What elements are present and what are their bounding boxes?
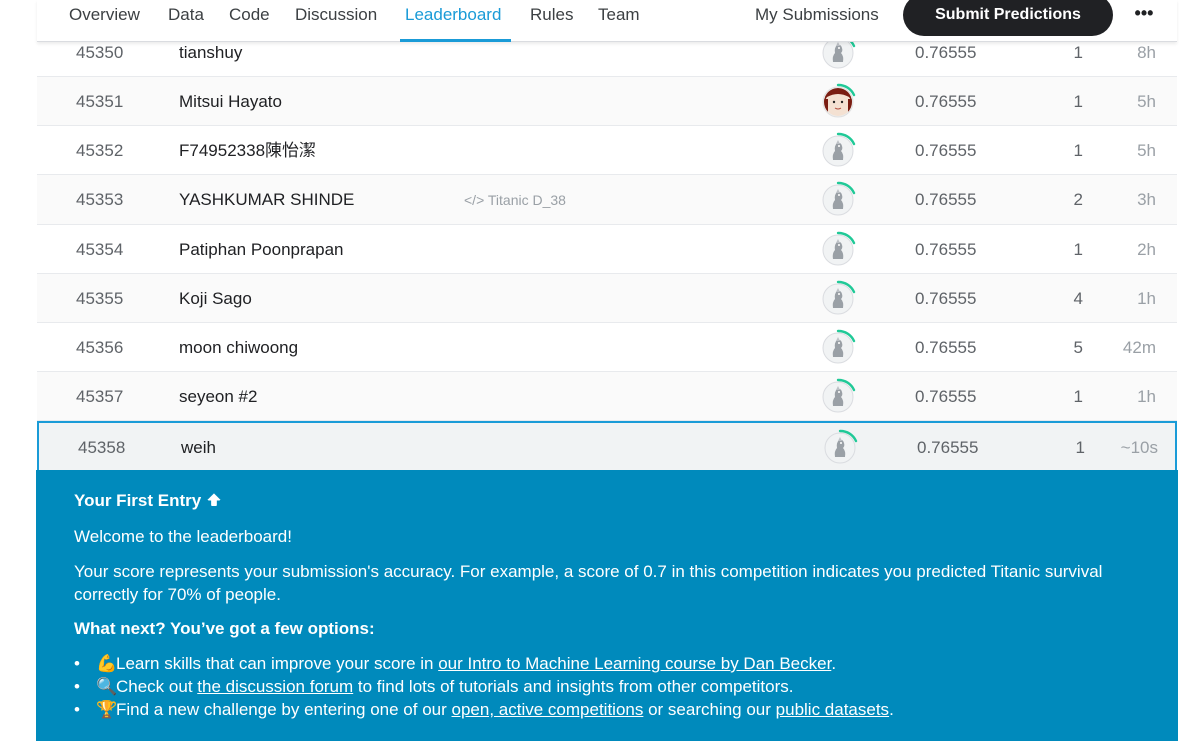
my-submissions-link[interactable]: My Submissions [755,4,879,42]
banner-title: Your First Entry [74,490,1140,512]
entries-cell: 5 [1073,338,1083,357]
team-name-link[interactable]: YASHKUMAR SHINDE [179,175,354,225]
default-avatar-icon[interactable] [819,329,857,367]
option-challenge-text: Find a new challenge by entering one of … [116,700,452,719]
submit-predictions-button[interactable]: Submit Predictions [903,0,1113,36]
default-avatar-icon[interactable] [819,132,857,170]
arrow-up-icon [206,491,222,510]
entries-cell: 1 [1075,438,1085,457]
user-photo-avatar[interactable] [819,83,857,121]
table-row[interactable]: 45351 Mitsui Hayato 0.76555 1 5h [37,77,1177,126]
default-avatar-icon[interactable] [819,378,857,416]
discussion-forum-link[interactable]: the discussion forum [197,677,353,696]
team-name-link[interactable]: moon chiwoong [179,323,298,372]
entries-cell: 1 [1073,92,1083,111]
submit-predictions-label: Submit Predictions [935,6,1081,23]
option-discussion: 🔍Check out the discussion forum to find … [74,675,1140,698]
default-avatar-icon[interactable] [821,429,859,467]
score-cell: 0.76555 [915,387,977,406]
entries-cell: 1 [1073,387,1083,406]
tab-leaderboard[interactable]: Leaderboard [405,4,501,42]
last-submission-cell: 5h [1137,92,1156,111]
table-row[interactable]: 45353 YASHKUMAR SHINDE </> Titanic D_38 0.… [37,175,1177,225]
option-challenge: 🏆Find a new challenge by entering one of… [74,698,1140,721]
table-row[interactable]: 45355 Koji Sago 0.76555 4 1h [37,274,1177,323]
team-name-link[interactable]: Koji Sago [179,274,252,323]
table-row[interactable]: 45357 seyeon #2 0.76555 1 1h [37,372,1177,421]
score-cell: 0.76555 [915,338,977,357]
tab-data[interactable]: Data [168,4,204,42]
table-row[interactable]: 45356 moon chiwoong 0.76555 5 42m [37,323,1177,372]
more-options-icon[interactable]: ••• [1132,4,1156,26]
banner-score-explainer: Your score represents your submission's … [74,562,1103,604]
rank-cell: 45358 [78,438,126,457]
intro-ml-course-link[interactable]: our Intro to Machine Learning course by … [438,654,831,673]
score-cell: 0.76555 [915,141,977,160]
last-submission-cell: 42m [1122,338,1156,357]
table-row-current-user[interactable]: 45358 weih 0.76555 1 ~10s [37,421,1177,470]
tab-discussion[interactable]: Discussion [295,4,377,42]
default-avatar-icon[interactable] [819,280,857,318]
default-avatar-icon[interactable] [819,231,857,269]
banner-options-list: 💪Learn skills that can improve your scor… [74,652,1140,721]
option-learn: 💪Learn skills that can improve your scor… [74,652,1140,675]
trophy-icon: 🏆 [96,700,118,719]
rank-cell: 45357 [76,387,124,406]
banner-title-text: Your First Entry [74,491,202,510]
table-row[interactable]: 45352 F74952338陳怡潔 0.76555 1 5h [37,126,1177,175]
entries-cell: 2 [1073,190,1083,209]
last-submission-cell: ~10s [1120,438,1158,457]
entries-cell: 1 [1073,141,1083,160]
rank-cell: 45352 [76,141,124,160]
rank-cell: 45355 [76,289,124,308]
flexed-biceps-icon: 💪 [96,654,118,673]
score-cell: 0.76555 [915,240,977,259]
score-cell: 0.76555 [917,438,979,457]
rank-cell: 45356 [76,338,124,357]
option-learn-text: Learn skills that can improve your score… [116,654,439,673]
option-discussion-text: Check out [116,677,198,696]
competition-nav: Overview Data Code Discussion Leaderboar… [37,0,1177,42]
entries-cell: 1 [1073,240,1083,259]
option-learn-end: . [831,654,837,673]
team-name-link[interactable]: F74952338陳怡潔 [179,126,316,175]
score-cell: 0.76555 [915,92,977,111]
last-submission-cell: 2h [1137,240,1156,259]
banner-next-heading: What next? You’ve got a few options: [74,619,375,638]
notebook-link[interactable]: </> Titanic D_38 [464,175,566,225]
entries-cell: 4 [1073,289,1083,308]
active-tab-indicator [400,39,511,42]
option-challenge-end: . [889,700,894,719]
score-cell: 0.76555 [915,289,977,308]
default-avatar-icon[interactable] [819,181,857,219]
tab-overview[interactable]: Overview [69,4,140,42]
score-cell: 0.76555 [915,190,977,209]
tab-team[interactable]: Team [598,4,640,42]
rank-cell: 45351 [76,92,124,111]
tab-code[interactable]: Code [229,4,270,42]
team-name-link[interactable]: Mitsui Hayato [179,77,282,126]
team-name-link[interactable]: seyeon #2 [179,372,257,421]
magnifier-icon: 🔍 [96,677,118,696]
active-competitions-link[interactable]: open, active competitions [452,700,644,719]
team-name-link[interactable]: Patiphan Poonprapan [179,225,343,274]
public-datasets-link[interactable]: public datasets [776,700,889,719]
last-submission-cell: 1h [1137,387,1156,406]
table-row[interactable]: 45354 Patiphan Poonprapan 0.76555 1 2h [37,225,1177,274]
team-name-link[interactable]: weih [181,423,216,473]
tab-rules[interactable]: Rules [530,4,573,42]
option-challenge-middle: or searching our [643,700,776,719]
rank-cell: 45354 [76,240,124,259]
rank-cell: 45353 [76,190,124,209]
last-submission-cell: 5h [1137,141,1156,160]
banner-welcome: Welcome to the leaderboard! [74,527,292,546]
first-entry-banner: Your First Entry Welcome to the leaderbo… [36,470,1178,741]
last-submission-cell: 1h [1137,289,1156,308]
option-discussion-end: to find lots of tutorials and insights f… [353,677,794,696]
last-submission-cell: 3h [1137,190,1156,209]
